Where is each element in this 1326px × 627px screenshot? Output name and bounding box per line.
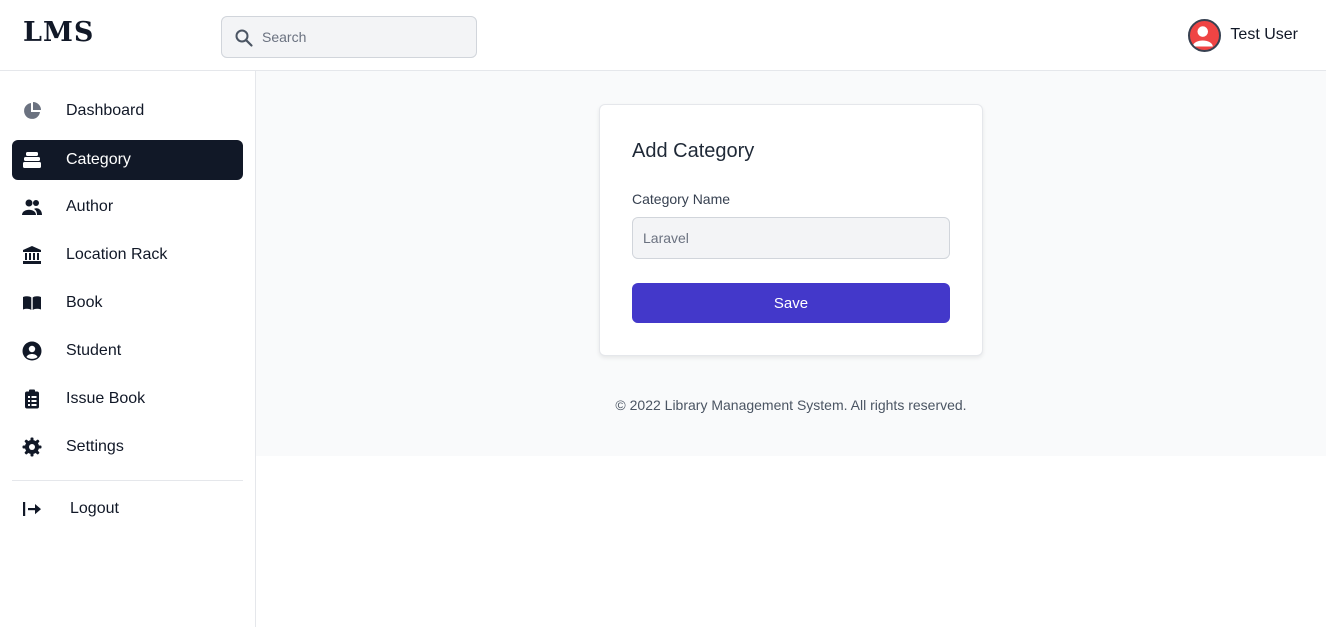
top-bar: LMS Test User <box>0 0 1326 71</box>
sidebar-item-label: Logout <box>70 500 119 517</box>
user-name[interactable]: Test User <box>1230 26 1298 44</box>
category-name-label: Category Name <box>632 191 731 207</box>
clipboard-list-icon <box>22 389 42 409</box>
main-content: Add Category Category Name Save © 2022 L… <box>256 71 1326 456</box>
sidebar-item-book[interactable]: Book <box>12 283 243 323</box>
sidebar-item-issue-book[interactable]: Issue Book <box>12 379 243 419</box>
sidebar-divider <box>12 480 243 481</box>
add-category-card: Add Category Category Name Save <box>599 104 983 356</box>
user-menu[interactable]: Test User <box>1188 18 1298 52</box>
save-button[interactable]: Save <box>632 283 950 323</box>
sidebar-item-category[interactable]: Category <box>12 140 243 180</box>
sidebar-item-label: Location Rack <box>66 246 168 263</box>
sidebar: Dashboard Category Author Location Rack … <box>0 71 256 627</box>
sidebar-item-label: Book <box>66 294 103 311</box>
avatar[interactable] <box>1188 18 1222 52</box>
book-open-icon <box>22 293 42 313</box>
sidebar-item-dashboard[interactable]: Dashboard <box>12 91 243 131</box>
sidebar-item-settings[interactable]: Settings <box>12 427 243 467</box>
bank-icon <box>22 245 42 265</box>
stack-icon <box>22 150 42 170</box>
gear-icon <box>22 437 42 457</box>
sidebar-item-label: Student <box>66 342 122 359</box>
sidebar-item-label: Issue Book <box>66 390 146 407</box>
search-box[interactable] <box>221 16 477 58</box>
card-title: Add Category <box>632 140 755 162</box>
sidebar-item-student[interactable]: Student <box>12 331 243 371</box>
category-name-input[interactable] <box>632 217 950 259</box>
search-input[interactable] <box>262 17 472 57</box>
sidebar-item-logout[interactable]: Logout <box>12 489 243 529</box>
users-icon <box>22 197 42 217</box>
user-circle-icon <box>22 341 42 361</box>
sidebar-item-author[interactable]: Author <box>12 187 243 227</box>
user-avatar-icon <box>1193 25 1214 46</box>
sidebar-item-label: Category <box>66 151 131 168</box>
sidebar-item-label: Author <box>66 198 114 215</box>
app-logo[interactable]: LMS <box>23 17 94 48</box>
sidebar-item-label: Dashboard <box>66 102 145 119</box>
sidebar-item-label: Settings <box>66 438 124 455</box>
sidebar-item-location-rack[interactable]: Location Rack <box>12 235 243 275</box>
pie-chart-icon <box>22 101 42 121</box>
logout-icon <box>22 499 42 519</box>
footer-copyright: © 2022 Library Management System. All ri… <box>615 397 967 413</box>
search-icon <box>235 29 253 47</box>
